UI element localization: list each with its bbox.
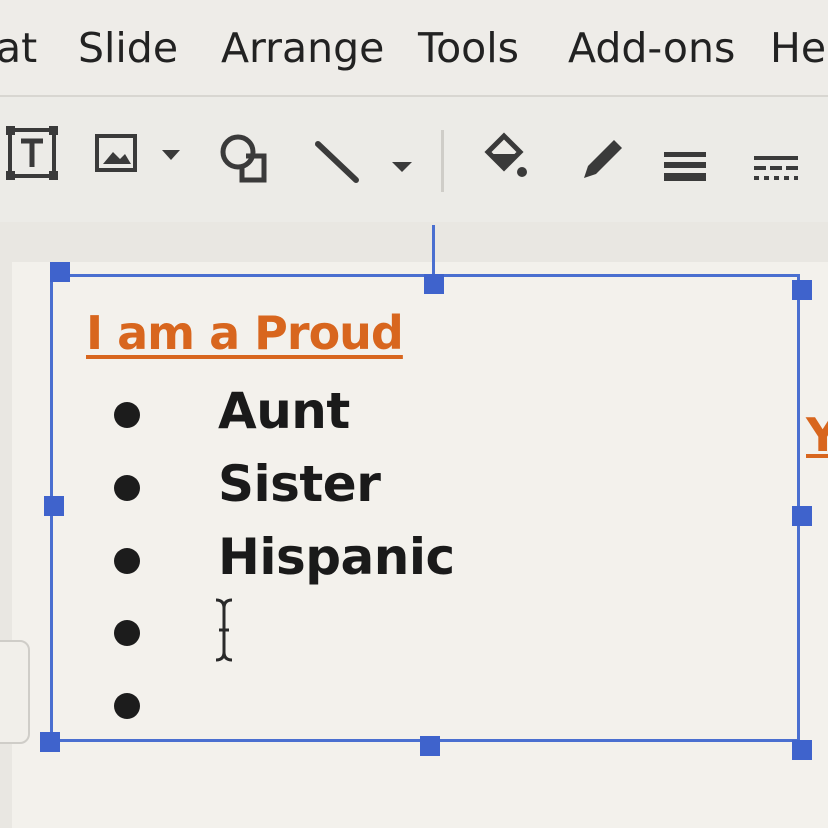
resize-handle-right[interactable] (792, 506, 812, 526)
resize-handle-top[interactable] (424, 274, 444, 294)
line-dropdown-arrow-icon[interactable] (388, 122, 416, 186)
resize-handle-bottom-left[interactable] (40, 732, 60, 752)
menu-add-ons[interactable]: Add-ons (568, 24, 735, 72)
image-dropdown-arrow-icon[interactable] (158, 122, 186, 182)
bullet-point (114, 548, 140, 574)
shape-icon[interactable] (216, 122, 272, 186)
menu-help[interactable]: He (770, 24, 826, 72)
list-item: Hispanic (218, 528, 455, 586)
resize-handle-top-left[interactable] (50, 262, 70, 282)
resize-handle-top-right[interactable] (792, 280, 812, 300)
toolbar-separator (441, 130, 444, 192)
list-item: Aunt (218, 382, 350, 440)
border-dash-icon[interactable] (750, 122, 806, 186)
menu-slide[interactable]: Slide (78, 24, 178, 72)
menu-arrange[interactable]: Arrange (221, 24, 384, 72)
text-cursor-icon (212, 596, 236, 670)
side-panel-toggle[interactable] (0, 640, 30, 744)
menu-format[interactable]: at (0, 24, 37, 72)
bullet-point (114, 693, 140, 719)
resize-handle-bottom[interactable] (420, 736, 440, 756)
bullet-point (114, 475, 140, 501)
fill-color-icon[interactable] (478, 122, 534, 186)
list-item: Sister (218, 455, 381, 513)
text-box-title: I am a Proud (86, 306, 404, 360)
offscreen-text: Y (806, 408, 828, 462)
bullet-point (114, 620, 140, 646)
bullet-point (114, 402, 140, 428)
line-icon[interactable] (310, 122, 366, 186)
text-box-icon[interactable] (4, 122, 60, 182)
image-icon[interactable] (93, 122, 143, 182)
rotate-handle-line (432, 225, 435, 275)
border-color-icon[interactable] (574, 122, 630, 186)
resize-handle-left[interactable] (44, 496, 64, 516)
menu-tools[interactable]: Tools (418, 24, 519, 72)
border-weight-icon[interactable] (660, 122, 716, 186)
resize-handle-bottom-right[interactable] (792, 740, 812, 760)
